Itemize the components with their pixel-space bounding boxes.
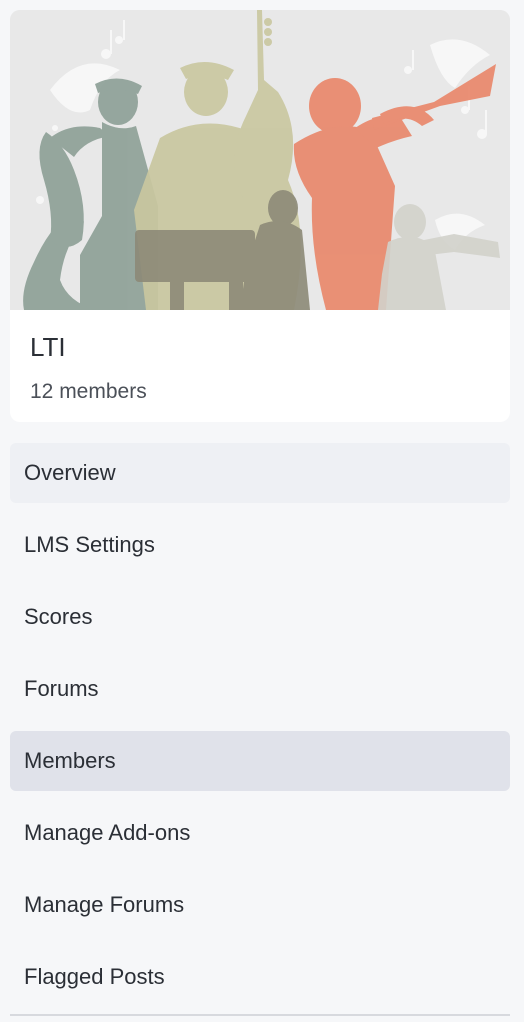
group-sidebar: LTI 12 members Overview LMS Settings Sco… [0, 0, 524, 1022]
jazz-musicians-banner [10, 10, 510, 310]
nav-item-label: Flagged Posts [24, 964, 165, 989]
nav-item-scores[interactable]: Scores [10, 587, 510, 647]
nav-item-lms-settings[interactable]: LMS Settings [10, 515, 510, 575]
group-navigation: Overview LMS Settings Scores Forums Memb… [10, 443, 510, 1019]
group-banner-image [10, 10, 510, 310]
nav-item-members[interactable]: Members [10, 731, 510, 791]
nav-item-label: Forums [24, 676, 99, 701]
nav-item-manage-add-ons[interactable]: Manage Add-ons [10, 803, 510, 863]
nav-item-label: Manage Forums [24, 892, 185, 917]
member-count: 12 members [30, 380, 147, 403]
nav-item-label: Scores [24, 604, 93, 629]
nav-item-manage-forums[interactable]: Manage Forums [10, 875, 510, 935]
nav-item-overview[interactable]: Overview [10, 443, 510, 503]
nav-item-label: Members [24, 748, 116, 773]
nav-item-flagged-posts[interactable]: Flagged Posts [10, 947, 510, 1007]
group-name: LTI [30, 332, 66, 362]
nav-item-label: Overview [24, 460, 116, 485]
nav-item-label: Manage Add-ons [24, 820, 191, 845]
nav-item-label: LMS Settings [24, 532, 155, 557]
bottom-divider [10, 1014, 510, 1016]
group-card: LTI 12 members [10, 10, 510, 422]
nav-item-forums[interactable]: Forums [10, 659, 510, 719]
